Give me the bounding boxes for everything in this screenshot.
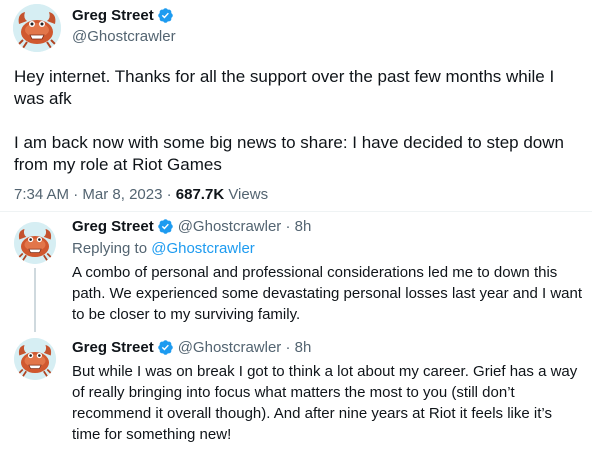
meta-separator: ·: [69, 186, 83, 203]
crab-avatar-image: [13, 4, 61, 52]
author-name-row[interactable]: Greg Street: [72, 7, 174, 24]
reply-header: Greg Street @Ghostcrawler · 8h: [72, 218, 311, 235]
reply-display-name[interactable]: Greg Street: [72, 339, 154, 356]
author-handle[interactable]: @Ghostcrawler: [72, 28, 176, 45]
verified-badge-icon: [157, 339, 174, 356]
tweet-time[interactable]: 7:34 AM: [14, 186, 69, 203]
meta-separator: ·: [162, 186, 176, 203]
reply-handle-time[interactable]: @Ghostcrawler · 8h: [178, 218, 312, 235]
verified-badge-icon: [157, 7, 174, 24]
verified-badge-icon: [157, 218, 174, 235]
tweet-date[interactable]: Mar 8, 2023: [82, 186, 162, 203]
tweet-paragraph: I am back now with some big news to shar…: [14, 133, 564, 174]
crab-avatar-image: [14, 338, 56, 380]
crab-avatar-image: [14, 222, 56, 264]
reply-header: Greg Street @Ghostcrawler · 8h: [72, 339, 311, 356]
tweet-meta: 7:34 AM · Mar 8, 2023 · 687.7K Views: [14, 186, 268, 203]
reply-avatar[interactable]: [14, 338, 56, 380]
replying-to-prefix: Replying to: [72, 240, 152, 257]
author-display-name[interactable]: Greg Street: [72, 7, 154, 24]
thread-connector: [34, 268, 36, 332]
replying-to: Replying to @Ghostcrawler: [72, 240, 255, 257]
reply-handle-time[interactable]: @Ghostcrawler · 8h: [178, 339, 312, 356]
reply-display-name[interactable]: Greg Street: [72, 218, 154, 235]
views-count: 687.7K: [175, 186, 225, 203]
author-avatar[interactable]: [13, 4, 61, 52]
tweet-body: Hey internet. Thanks for all the support…: [14, 66, 589, 198]
divider: [0, 211, 592, 212]
reply-text: A combo of personal and professional con…: [72, 264, 583, 323]
replying-to-mention[interactable]: @Ghostcrawler: [151, 240, 255, 257]
reply-avatar[interactable]: [14, 222, 56, 264]
reply-text: But while I was on break I got to think …: [72, 363, 578, 443]
tweet-paragraph: Hey internet. Thanks for all the support…: [14, 67, 555, 108]
views-label: Views: [224, 186, 269, 203]
